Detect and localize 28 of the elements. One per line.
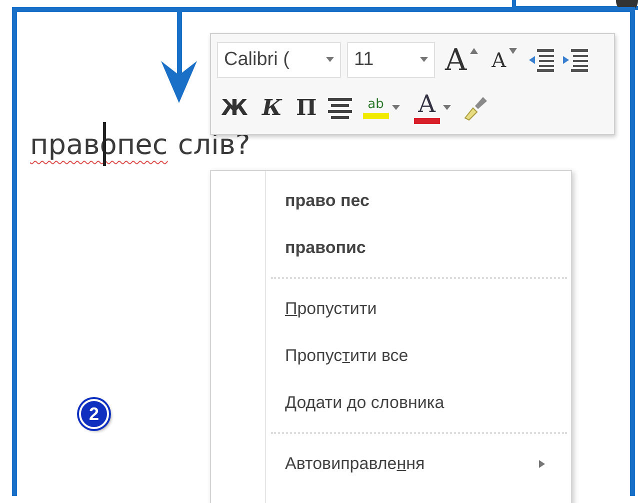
dropdown-arrow-icon [442,105,451,111]
suggestion-menu-item[interactable]: правопис [211,224,571,271]
font-color-button[interactable]: A [410,88,455,128]
bold-button[interactable]: Ж [217,88,252,128]
down-triangle-icon [509,48,518,54]
dropdown-arrow-icon [392,105,400,111]
underline-button[interactable]: П [292,88,321,128]
italic-button[interactable]: К [258,88,286,128]
outdent-icon[interactable] [527,47,556,73]
center-align-icon[interactable] [326,96,353,120]
font-size-dropdown[interactable]: 11 [347,42,435,78]
indent-icon[interactable] [561,47,590,73]
highlight-button[interactable]: ab [358,88,404,128]
down-arrow-icon [161,11,197,103]
submenu-item[interactable]: Автовиправлення [211,440,571,487]
up-triangle-icon [470,48,478,54]
submenu-arrow-icon [539,460,545,468]
step-badge: 2 [79,399,109,429]
menu-item[interactable]: Пропустити все [211,332,571,379]
document-text: слів? [178,128,250,161]
dropdown-arrow-icon [420,57,428,63]
suggestion-menu-item[interactable]: право пес [211,177,571,224]
font-name-dropdown[interactable]: Calibri ( [217,42,341,78]
grow-font-button[interactable]: A [441,40,482,80]
dropdown-arrow-icon [326,57,334,63]
menu-item[interactable]: Додати до словника [211,379,571,426]
shrink-font-button[interactable]: A [488,40,522,80]
menu-item[interactable]: Пропустити [211,285,571,332]
